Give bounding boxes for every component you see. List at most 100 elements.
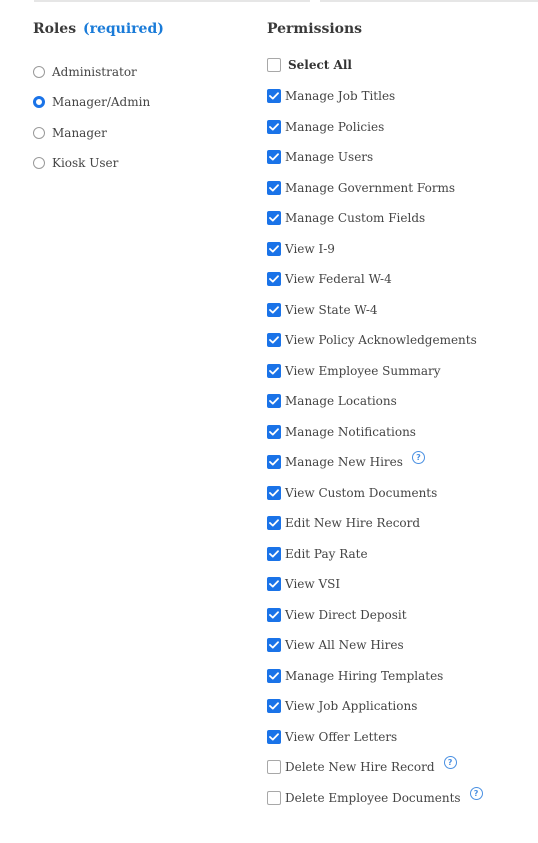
role-radio-manager[interactable] [33,126,45,139]
permission-label: Manage Users [285,150,374,164]
permission-checkbox[interactable] [267,577,281,591]
roles-radio-group: Administrator Manager/Admin Manager Kiosk U… [33,59,243,180]
permission-label: View Custom Documents [285,485,438,500]
permission-label: View Offer Letters [285,729,398,744]
permission-view-job-applications[interactable]: View Job Applications [267,699,538,730]
permission-checkbox[interactable] [267,729,281,744]
permission-checkbox[interactable] [267,333,281,347]
permission-label: Edit New Hire Record [285,516,421,530]
permission-checkbox[interactable] [267,272,281,286]
permission-checkbox[interactable] [267,760,281,774]
permission-checkbox[interactable] [267,607,281,622]
permission-manage-policies[interactable]: Manage Policies [267,119,538,151]
required-indicator: (required) [82,21,164,37]
permission-label: Manage Notifications [285,424,416,439]
role-option-manager[interactable]: Manager [33,120,243,150]
role-label: Manager/Admin [52,95,151,110]
permission-checkbox[interactable] [267,424,281,439]
permission-checkbox[interactable] [267,302,281,317]
permission-checkbox[interactable] [267,638,281,652]
permission-view-state-w-4[interactable]: View State W-4 [267,302,538,334]
roles-heading-text: Roles [33,21,77,37]
role-label: Kiosk User [52,156,119,171]
top-divider-right [320,0,538,2]
role-label: Administrator [52,65,137,80]
permission-edit-new-hire-record[interactable]: Edit New Hire Record [267,516,538,547]
permission-manage-users[interactable]: Manage Users [267,150,538,181]
question-circle-icon[interactable]: ? [443,756,457,769]
permission-manage-locations[interactable]: Manage Locations [267,394,538,425]
permissions-heading: Permissions [267,21,363,37]
permission-label: View Job Applications [285,699,418,713]
select-all-checkbox[interactable]: Select All [267,57,538,73]
permission-view-custom-documents[interactable]: View Custom Documents [267,485,538,517]
question-circle-icon[interactable]: ? [469,786,483,800]
permission-checkbox[interactable] [267,119,281,134]
permission-checkbox[interactable] [267,394,281,408]
permission-label: Delete New Hire Record [285,760,435,774]
permission-view-policy-acknowledgements[interactable]: View Policy Acknowledgements [267,333,538,364]
permission-label: View Direct Deposit [285,607,407,622]
permission-view-vsi[interactable]: View VSI [267,577,538,608]
permission-manage-notifications[interactable]: Manage Notifications [267,424,538,456]
select-all-checkbox-box[interactable] [267,58,281,72]
permission-checkbox[interactable] [267,516,281,530]
permission-label: View I-9 [285,241,335,256]
permission-checkbox[interactable] [267,241,281,256]
permission-view-federal-w-4[interactable]: View Federal W-4 [267,272,538,303]
permission-checkbox[interactable] [267,455,281,469]
permission-label: Manage Custom Fields [285,211,426,225]
role-option-administrator[interactable]: Administrator [33,59,243,89]
permission-view-offer-letters[interactable]: View Offer Letters [267,729,538,761]
permission-label: Manage Government Forms [285,180,456,195]
roles-heading: Roles (required) [33,18,243,40]
permission-label: Manage Locations [285,394,397,408]
permission-checkbox[interactable] [267,485,281,500]
permission-label: View Policy Acknowledgements [285,333,477,347]
permission-label: Delete Employee Documents [285,790,461,805]
role-label: Manager [52,125,107,140]
permission-manage-government-forms[interactable]: Manage Government Forms [267,180,538,212]
permission-checkbox[interactable] [267,668,281,683]
permission-manage-new-hires[interactable]: Manage New Hires? [267,451,538,486]
permission-delete-new-hire-record[interactable]: Delete New Hire Record? [267,756,538,791]
permission-view-direct-deposit[interactable]: View Direct Deposit [267,607,538,639]
permission-label: View All New Hires [285,638,404,652]
permission-checkbox[interactable] [267,790,281,805]
question-circle-icon[interactable]: ? [411,451,425,464]
permission-label: Manage New Hires [285,455,403,469]
permission-label: Manage Job Titles [285,89,396,103]
permissions-section: Permissions Select All Manage Job Titles… [267,18,538,821]
permission-checkbox[interactable] [267,89,281,103]
permission-label: Manage Policies [285,119,385,134]
select-all-label: Select All [288,58,352,72]
permission-checkbox[interactable] [267,150,281,164]
permission-label: Manage Hiring Templates [285,668,444,683]
permission-label: View VSI [285,577,341,591]
permission-label: Edit Pay Rate [285,546,368,561]
permissions-list: Manage Job Titles Manage Policies Manage U… [267,89,538,821]
permission-checkbox[interactable] [267,211,281,225]
permission-checkbox[interactable] [267,363,281,378]
roles-section: Roles (required) Administrator Manager/Ad… [33,18,243,180]
role-option-kiosk-user[interactable]: Kiosk User [33,150,243,180]
permission-edit-pay-rate[interactable]: Edit Pay Rate [267,546,538,578]
top-divider-left [34,0,310,2]
permission-checkbox[interactable] [267,546,281,561]
permission-manage-hiring-templates[interactable]: Manage Hiring Templates [267,668,538,700]
permission-checkbox[interactable] [267,699,281,713]
permission-view-i-9[interactable]: View I-9 [267,241,538,273]
permission-checkbox[interactable] [267,180,281,195]
permission-label: View State W-4 [285,302,378,317]
role-radio-kiosk-user[interactable] [33,157,45,170]
permission-view-employee-summary[interactable]: View Employee Summary [267,363,538,395]
permission-label: View Federal W-4 [285,272,392,286]
role-radio-administrator[interactable] [33,66,45,79]
role-radio-manager-admin[interactable] [33,96,45,109]
permission-label: View Employee Summary [285,363,441,378]
permission-manage-custom-fields[interactable]: Manage Custom Fields [267,211,538,242]
permission-delete-employee-documents[interactable]: Delete Employee Documents? [267,786,538,822]
permission-view-all-new-hires[interactable]: View All New Hires [267,638,538,669]
role-option-manager-admin[interactable]: Manager/Admin [33,89,243,119]
permission-manage-job-titles[interactable]: Manage Job Titles [267,89,538,120]
